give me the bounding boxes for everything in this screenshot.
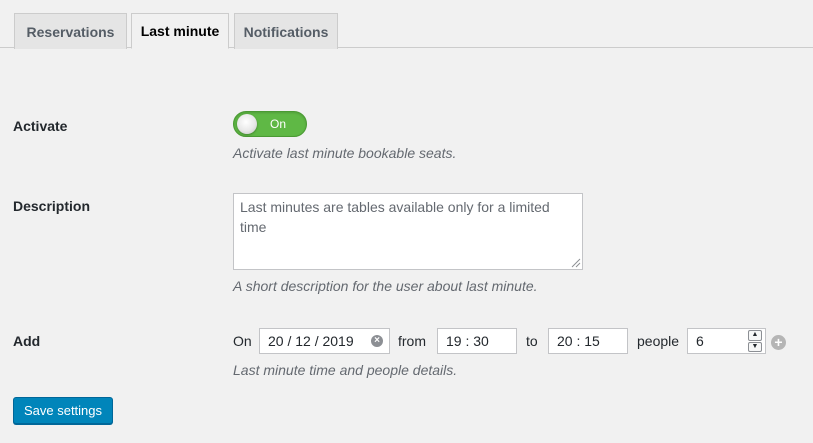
add-row-plus-icon[interactable]: + <box>771 335 786 350</box>
people-label: people <box>637 333 680 349</box>
activate-toggle[interactable]: On <box>233 111 307 137</box>
stepper-up-icon[interactable]: ▲ <box>748 330 762 341</box>
from-time-value: 19 : 30 <box>446 333 489 349</box>
stepper-down-icon[interactable]: ▼ <box>748 341 762 352</box>
from-label: from <box>398 333 426 349</box>
settings-tab-bar: Reservations Last minute Notifications <box>0 0 813 49</box>
date-input[interactable]: 20 / 12 / 2019 × <box>259 328 390 354</box>
toggle-knob <box>237 114 257 134</box>
description-textarea[interactable]: Last minutes are tables available only f… <box>233 193 583 270</box>
description-label: Description <box>13 198 91 214</box>
to-label: to <box>526 333 538 349</box>
activate-label: Activate <box>13 118 68 134</box>
tab-reservations[interactable]: Reservations <box>14 13 127 49</box>
add-help: Last minute time and people details. <box>233 362 458 378</box>
activate-description: Activate last minute bookable seats. <box>233 145 457 161</box>
date-value: 20 / 12 / 2019 <box>268 333 354 349</box>
people-stepper[interactable]: ▲ ▼ <box>748 330 762 352</box>
add-label: Add <box>13 333 41 349</box>
resize-grip-icon[interactable] <box>570 257 581 268</box>
people-input[interactable]: 6 ▲ ▼ <box>687 328 766 354</box>
toggle-state-label: On <box>270 117 287 131</box>
to-time-input[interactable]: 20 : 15 <box>548 328 628 354</box>
clear-date-icon[interactable]: × <box>371 335 383 347</box>
tab-last-minute[interactable]: Last minute <box>131 13 229 49</box>
from-time-input[interactable]: 19 : 30 <box>437 328 517 354</box>
to-time-value: 20 : 15 <box>557 333 600 349</box>
save-settings-button[interactable]: Save settings <box>13 397 113 424</box>
description-help: A short description for the user about l… <box>233 278 538 294</box>
on-label: On <box>233 333 252 349</box>
tab-notifications[interactable]: Notifications <box>234 13 338 49</box>
people-value: 6 <box>696 333 704 349</box>
